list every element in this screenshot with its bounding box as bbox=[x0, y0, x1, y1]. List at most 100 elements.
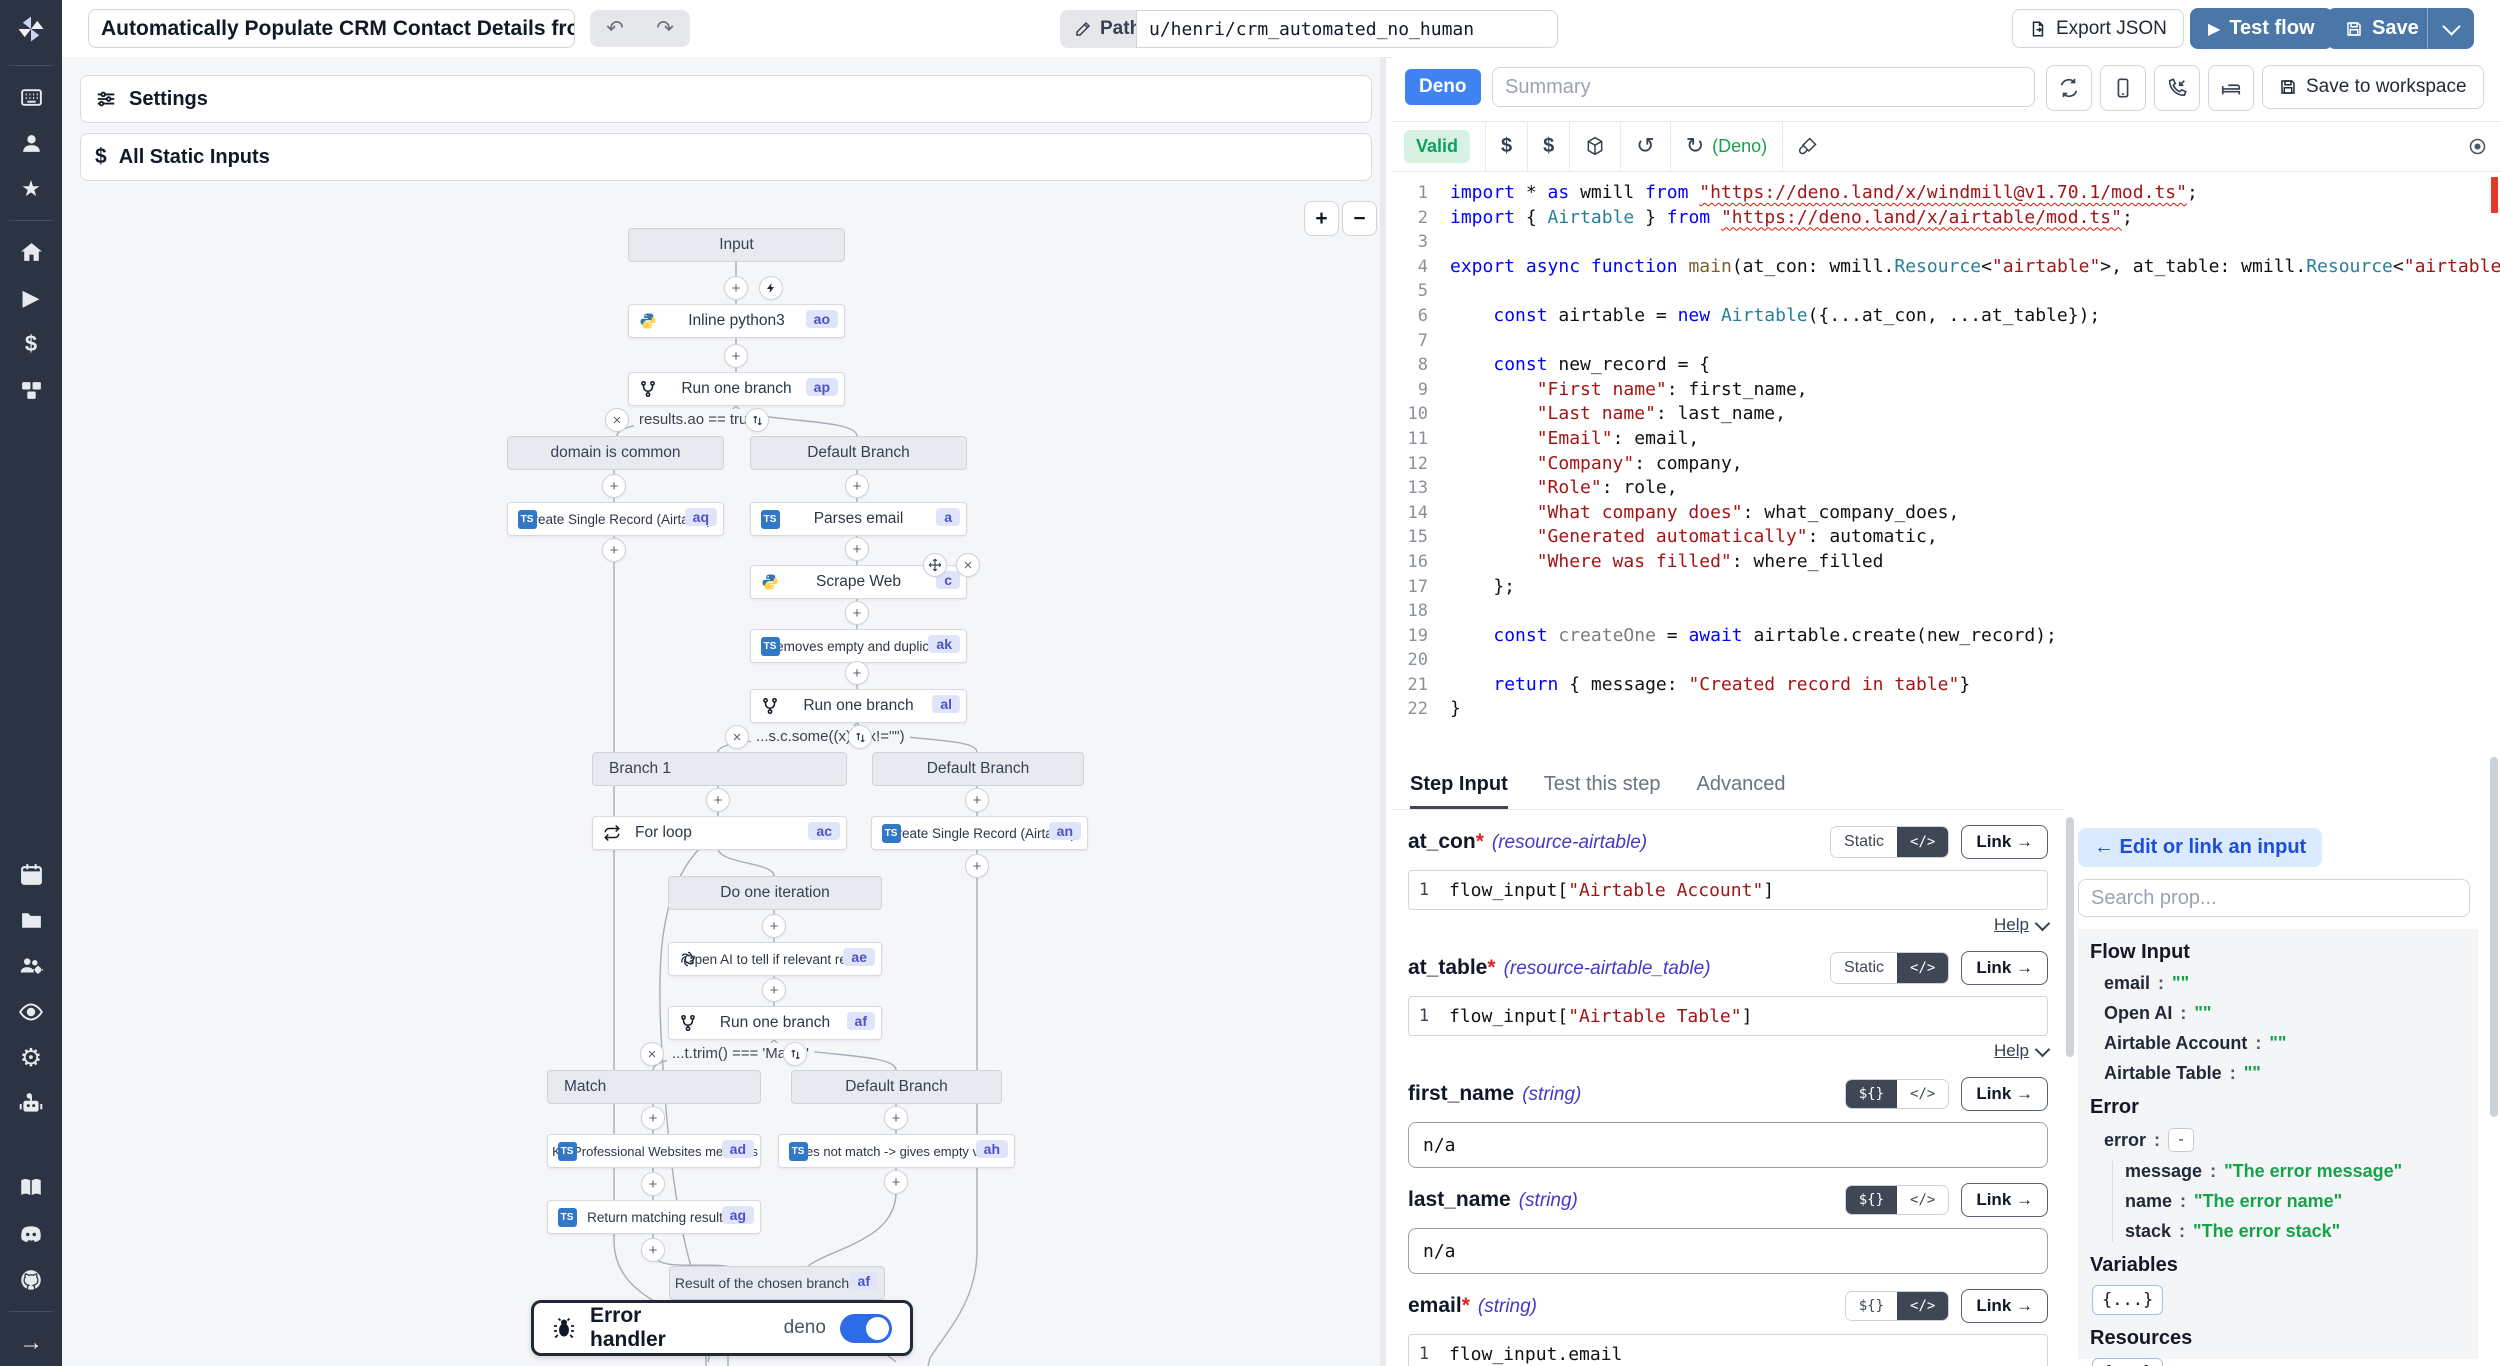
link-button[interactable]: Link → bbox=[1961, 825, 2048, 859]
language-badge[interactable]: Deno bbox=[1405, 69, 1481, 105]
reload-runtime-button[interactable]: ↻(Deno) bbox=[1686, 133, 1767, 159]
help-link[interactable]: Help bbox=[1994, 1041, 2029, 1061]
prop-row[interactable]: stack:"The error stack" bbox=[2125, 1221, 2466, 1242]
save-dropdown-button[interactable] bbox=[2427, 8, 2474, 49]
field-code-editor[interactable]: 1 flow_input["Airtable Account"] bbox=[1408, 870, 2048, 910]
variables-expander[interactable]: {...} bbox=[2092, 1285, 2163, 1315]
prop-row[interactable]: message:"The error message" bbox=[2125, 1161, 2466, 1182]
node-default-branch[interactable]: Default Branch bbox=[750, 436, 967, 470]
path-input[interactable]: u/henri/crm_automated_no_human bbox=[1136, 10, 1558, 48]
field-code-editor[interactable]: 1 flow_input["Airtable Table"] bbox=[1408, 996, 2048, 1036]
apps-icon[interactable] bbox=[0, 74, 62, 120]
eye-icon[interactable] bbox=[0, 989, 62, 1035]
node-branch-match[interactable]: Match bbox=[547, 1070, 761, 1104]
workers-robot-icon[interactable] bbox=[0, 1081, 62, 1127]
bed-icon-button[interactable] bbox=[2208, 65, 2254, 111]
node-create-single-record-aq[interactable]: TS Create Single Record (Airtable) aq bbox=[507, 502, 724, 536]
insert-step-button[interactable]: + bbox=[884, 1170, 908, 1194]
node-branch-domain-is-common[interactable]: domain is common bbox=[507, 436, 724, 470]
runs-play-icon[interactable]: ▶ bbox=[0, 275, 62, 321]
undo-button[interactable]: ↶ bbox=[590, 10, 640, 47]
star-icon[interactable]: ★ bbox=[0, 166, 62, 212]
node-inline-python3[interactable]: Inline python3 ao bbox=[628, 304, 845, 338]
node-parses-email[interactable]: TS Parses email a bbox=[750, 502, 967, 536]
assets-dollar-icon[interactable]: $ bbox=[1501, 135, 1512, 158]
add-branch-button[interactable] bbox=[783, 1042, 807, 1066]
remove-branch-button[interactable]: × bbox=[725, 725, 749, 749]
help-link[interactable]: Help bbox=[1994, 915, 2029, 935]
field-value-input[interactable]: n/a bbox=[1408, 1122, 2048, 1168]
input-mode-toggle[interactable]: ${}</> bbox=[1845, 1185, 1950, 1215]
remove-branch-button[interactable]: × bbox=[640, 1042, 664, 1066]
node-default-branch[interactable]: Default Branch bbox=[872, 752, 1084, 786]
groups-icon[interactable] bbox=[0, 943, 62, 989]
user-icon[interactable] bbox=[0, 120, 62, 166]
insert-step-button[interactable]: + bbox=[641, 1172, 665, 1196]
flow-settings-bar[interactable]: Settings bbox=[80, 75, 1372, 123]
node-result-chosen-branch[interactable]: Result of the chosen branch af bbox=[669, 1266, 885, 1300]
settings-gear-icon[interactable]: ⚙ bbox=[0, 1035, 62, 1081]
link-button[interactable]: Link → bbox=[1961, 951, 2048, 985]
prop-row[interactable]: name:"The error name" bbox=[2125, 1191, 2466, 1212]
all-static-inputs-bar[interactable]: $ All Static Inputs bbox=[80, 133, 1372, 181]
resources-blocks-icon[interactable] bbox=[0, 367, 62, 413]
reset-icon[interactable]: ↺ bbox=[1636, 133, 1654, 159]
edit-or-link-input-button[interactable]: ← Edit or link an input bbox=[2078, 828, 2322, 867]
insert-step-button[interactable]: + bbox=[724, 344, 748, 368]
package-icon[interactable] bbox=[1585, 136, 1605, 156]
home-icon[interactable] bbox=[0, 229, 62, 275]
node-run-one-branch-af[interactable]: Run one branch af bbox=[668, 1006, 882, 1040]
insert-step-button[interactable]: + bbox=[965, 854, 989, 878]
prop-row[interactable]: email:"" bbox=[2090, 973, 2466, 994]
form-scrollbar[interactable] bbox=[2066, 817, 2074, 1057]
node-do-one-iteration[interactable]: Do one iteration bbox=[668, 876, 882, 910]
save-button[interactable]: Save bbox=[2327, 8, 2437, 49]
node-run-one-branch-ap[interactable]: Run one branch ap bbox=[628, 372, 845, 406]
insert-step-button[interactable]: + bbox=[845, 601, 869, 625]
node-error-handler[interactable]: Error handler deno bbox=[531, 1300, 913, 1356]
node-run-one-branch-al[interactable]: Run one branch al bbox=[750, 689, 967, 723]
input-mode-toggle[interactable]: ${}</> bbox=[1845, 1079, 1950, 1109]
chevron-down-icon[interactable] bbox=[2035, 915, 2051, 931]
prop-row[interactable]: Airtable Table:"" bbox=[2090, 1063, 2466, 1084]
phone-call-icon-button[interactable] bbox=[2154, 65, 2200, 111]
node-create-single-record-an[interactable]: TS Create Single Record (Airtable) an bbox=[871, 816, 1088, 850]
error-handler-toggle[interactable] bbox=[840, 1314, 892, 1343]
insert-step-button[interactable]: + bbox=[706, 788, 730, 812]
sync-icon-button[interactable] bbox=[2046, 65, 2092, 111]
prop-row[interactable]: Open AI:"" bbox=[2090, 1003, 2466, 1024]
move-node-handle[interactable] bbox=[923, 553, 947, 577]
collapse-arrow-icon[interactable]: → bbox=[0, 1320, 62, 1366]
insert-step-button[interactable]: + bbox=[884, 1106, 908, 1130]
flow-title-input[interactable]: Automatically Populate CRM Contact Detai… bbox=[88, 9, 575, 48]
schedules-calendar-icon[interactable] bbox=[0, 851, 62, 897]
insert-step-button[interactable]: + bbox=[762, 978, 786, 1002]
format-brush-icon[interactable] bbox=[1798, 136, 1818, 156]
resources-expander[interactable]: {...} bbox=[2092, 1358, 2163, 1366]
insert-step-button[interactable]: + bbox=[602, 474, 626, 498]
tab-test-this-step[interactable]: Test this step bbox=[1544, 764, 1661, 809]
zoom-out-button[interactable]: − bbox=[1342, 201, 1377, 236]
variables-dollar-icon[interactable]: $ bbox=[0, 321, 62, 367]
insert-step-button[interactable]: + bbox=[845, 537, 869, 561]
redo-button[interactable]: ↷ bbox=[640, 10, 690, 47]
insert-step-button[interactable]: + bbox=[965, 788, 989, 812]
remove-branch-button[interactable]: × bbox=[605, 408, 629, 432]
input-mode-toggle[interactable]: Static</> bbox=[1830, 826, 1949, 858]
discord-icon[interactable] bbox=[0, 1211, 62, 1257]
add-branch-button[interactable] bbox=[745, 408, 769, 432]
docs-book-icon[interactable] bbox=[0, 1165, 62, 1211]
collapse-button[interactable]: - bbox=[2168, 1128, 2194, 1152]
add-branch-button[interactable] bbox=[848, 725, 872, 749]
github-icon[interactable] bbox=[0, 1257, 62, 1303]
tab-step-input[interactable]: Step Input bbox=[1410, 764, 1508, 809]
field-code-editor[interactable]: 1 flow_input.email bbox=[1408, 1334, 2048, 1366]
node-for-loop[interactable]: For loop ac bbox=[592, 816, 847, 850]
summary-input[interactable]: Summary bbox=[1492, 67, 2035, 107]
tab-advanced[interactable]: Advanced bbox=[1696, 764, 1785, 809]
delete-node-button[interactable]: × bbox=[956, 553, 980, 577]
folders-icon[interactable] bbox=[0, 897, 62, 943]
field-value-input[interactable]: n/a bbox=[1408, 1228, 2048, 1274]
insert-step-button[interactable]: + bbox=[641, 1106, 665, 1130]
code-editor[interactable]: 1import * as wmill from "https://deno.la… bbox=[1392, 173, 2500, 764]
